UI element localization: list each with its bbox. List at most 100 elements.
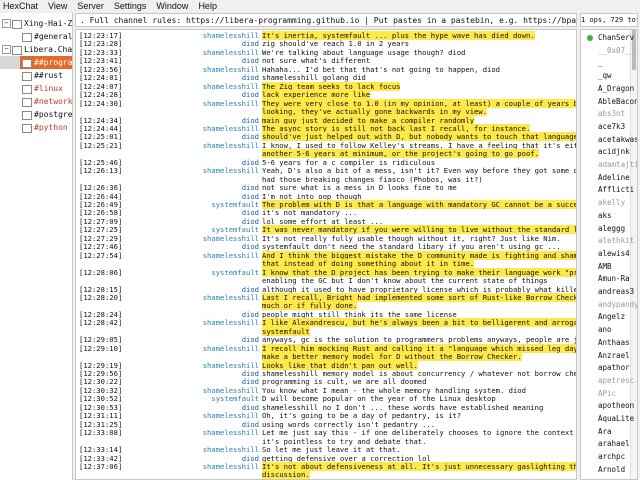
user-list-item[interactable]: apetresc (581, 375, 637, 386)
user-list-item[interactable]: archpc (581, 451, 637, 462)
user-name: andypandy (598, 299, 637, 309)
user-list-item[interactable]: AbleBacon (581, 96, 637, 107)
menu-hexchat[interactable]: HexChat (0, 0, 43, 13)
user-name: alethkit (598, 236, 635, 246)
user-list-item[interactable]: ace7k3 (581, 121, 637, 132)
menu-server[interactable]: Server (72, 0, 109, 13)
user-name: ChanServ (598, 33, 635, 42)
server-icon (12, 20, 22, 29)
tree-channel--linux[interactable]: #linux (0, 82, 72, 95)
user-list-item[interactable]: aleggg (581, 223, 637, 234)
tree-label: #linux (34, 84, 63, 93)
user-list-item[interactable]: ChanServ (581, 32, 637, 43)
user-list-item[interactable]: arahael (581, 438, 637, 449)
user-list-item[interactable]: Amun-Ra (581, 273, 637, 284)
user-list-item[interactable]: A_Dragon (581, 83, 637, 94)
user-list-item[interactable]: AMB (581, 261, 637, 272)
user-list-item[interactable]: andypandy (581, 299, 637, 310)
tree-label: Libera.Chat (24, 45, 72, 54)
channel-icon (22, 124, 32, 133)
tree-label: #postgresql (34, 110, 72, 119)
user-list-item[interactable]: ano (581, 324, 637, 335)
channel-icon (22, 33, 32, 42)
tree-channel--python[interactable]: #python (0, 121, 72, 134)
user-list-item[interactable]: andreas3 (581, 286, 637, 297)
user-name: abs3nt (598, 109, 626, 119)
user-list-item[interactable]: Ara (581, 426, 637, 437)
user-list-item[interactable]: Arnold (581, 464, 637, 475)
menu-window[interactable]: Window (151, 0, 193, 13)
user-name: _ (598, 58, 603, 68)
user-name: __0x07__ (598, 45, 635, 55)
user-name: apotheon (598, 401, 635, 411)
tree-server-xing-hai-zhan[interactable]: − Xing-Hai-Zhan (0, 17, 72, 30)
user-name: adamtajti (598, 160, 637, 169)
user-name: APic (598, 388, 617, 398)
expander-icon[interactable]: − (2, 19, 11, 28)
tree-label: Xing-Hai-Zhan (24, 19, 72, 28)
user-list[interactable]: ChanServ __0x07__ _ _qw A_Dragon AbleBacon abs… (580, 29, 638, 480)
user-list-item[interactable]: acidjnk (581, 146, 637, 157)
user-name: ace7k3 (598, 121, 626, 131)
chat-log[interactable]: [12:23:17] shamelesshill It's inertia, sys… (75, 29, 577, 480)
user-list-item[interactable]: APic (581, 388, 637, 399)
user-list-item[interactable]: apathor (581, 362, 637, 373)
tree-label: #python (34, 123, 68, 132)
user-list-item[interactable]: Afflicti (581, 184, 637, 195)
menu-bar: HexChat View Server Settings Window Help (0, 0, 640, 13)
user-name: Afflicti (598, 185, 635, 195)
user-count: 1 ops, 729 total (580, 13, 638, 27)
user-name: alewis4 (598, 248, 630, 258)
user-list-item[interactable]: _ (581, 57, 637, 68)
user-list-item[interactable]: _qw (581, 70, 637, 81)
user-list-item[interactable]: __0x07__ (581, 45, 637, 56)
tree-label: ##programming (34, 58, 72, 67)
tree-channel--programming[interactable]: ##programming (0, 56, 72, 69)
user-list-item[interactable]: acetakwas (581, 134, 637, 145)
user-list-item[interactable]: Anzrael (581, 350, 637, 361)
user-name: aleggg (598, 223, 626, 233)
tree-label: ##rust (34, 71, 63, 80)
user-list-item[interactable]: aks (581, 210, 637, 221)
user-list-item[interactable]: Adeline (581, 172, 637, 183)
user-name: arahael (598, 439, 630, 449)
tree-label: #networking (34, 97, 72, 106)
channel-icon (22, 59, 32, 68)
user-name: andreas3 (598, 287, 635, 296)
user-name: Amun-Ra (598, 274, 630, 284)
user-list-item[interactable]: abs3nt (581, 108, 637, 119)
user-name: Adeline (598, 172, 630, 182)
user-list-item[interactable]: alethkit (581, 235, 637, 246)
user-list-item[interactable]: AquaLite (581, 413, 637, 424)
channel-icon (22, 85, 32, 94)
user-list-item[interactable]: akelly (581, 197, 637, 208)
server-icon (12, 46, 22, 55)
user-name: archpc (598, 452, 626, 462)
user-name: Angelz (598, 312, 626, 322)
tree-channel--networking[interactable]: #networking (0, 95, 72, 108)
user-name: ano (598, 325, 612, 335)
user-list-item[interactable]: apotheon (581, 400, 637, 411)
user-list-item[interactable]: Anthaas (581, 337, 637, 348)
menu-help[interactable]: Help (193, 0, 222, 13)
tree-channel--rust[interactable]: ##rust (0, 69, 72, 82)
user-list-item[interactable]: Angelz (581, 311, 637, 322)
expander-icon[interactable]: − (2, 45, 11, 54)
user-list-item[interactable]: adamtajti (581, 159, 637, 170)
tree-server-libera-chat[interactable]: − Libera.Chat (0, 43, 72, 56)
user-name: apathor (598, 363, 630, 373)
tree-channel--general[interactable]: #general (0, 30, 72, 43)
user-list-item[interactable]: alewis4 (581, 248, 637, 259)
channel-topic[interactable]: . Full channel rules: https://libera-pro… (75, 13, 577, 27)
user-name: AMB (598, 261, 612, 271)
channel-icon (22, 111, 32, 120)
channel-tree: − Xing-Hai-Zhan #general − Libera.Chat ##prog… (0, 13, 73, 480)
menu-view[interactable]: View (43, 0, 72, 13)
channel-icon (22, 72, 32, 81)
user-name: _qw (598, 71, 612, 81)
user-name: AquaLite (598, 414, 635, 423)
tree-channel--postgresql[interactable]: #postgresql (0, 108, 72, 121)
user-name: apetresc (598, 375, 635, 385)
menu-settings[interactable]: Settings (109, 0, 152, 13)
user-name: akelly (598, 198, 626, 208)
